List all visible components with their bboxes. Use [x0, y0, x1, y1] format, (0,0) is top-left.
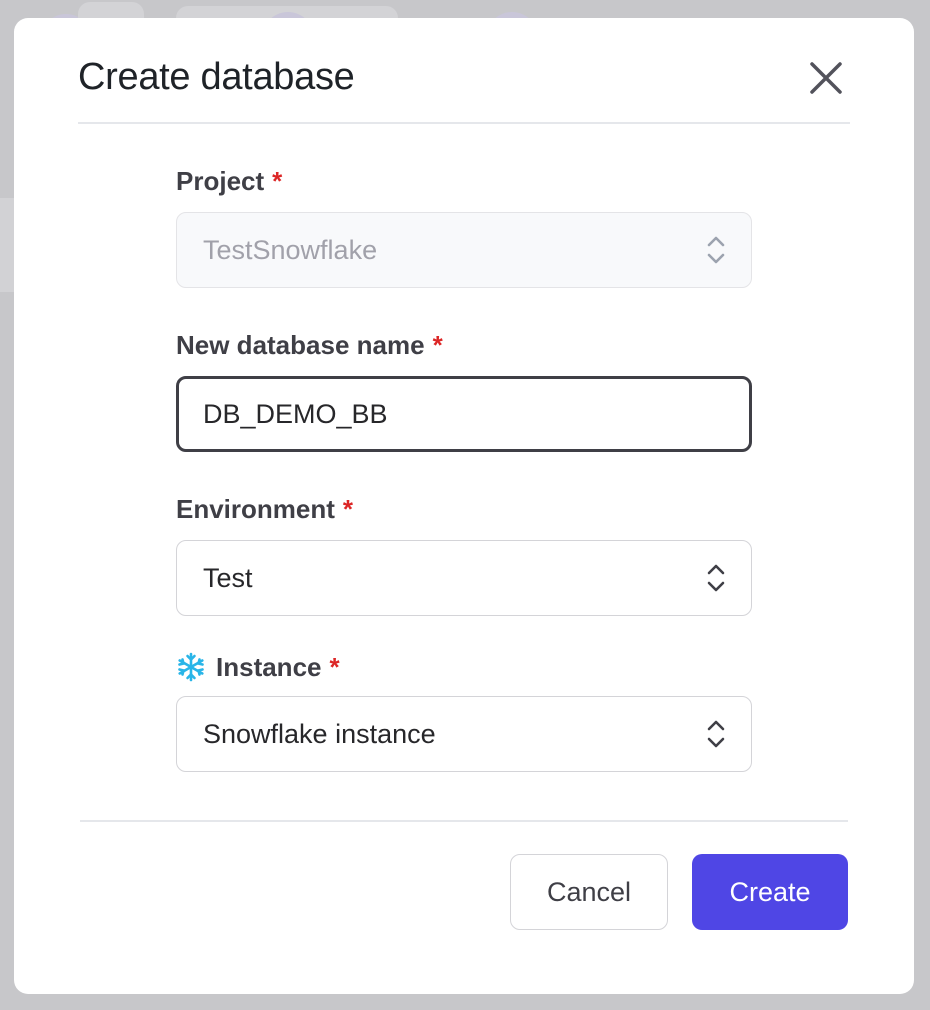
database-name-label-text: New database name: [176, 329, 425, 360]
instance-field: Instance * Snowflake instance: [176, 650, 752, 772]
instance-select[interactable]: Snowflake instance: [176, 696, 752, 772]
chevron-up-down-icon: [707, 236, 725, 264]
cancel-button-label: Cancel: [546, 876, 632, 907]
instance-select-value: Snowflake instance: [203, 718, 436, 749]
close-icon: [810, 62, 842, 94]
environment-select[interactable]: Test: [176, 540, 752, 616]
project-select-value: TestSnowflake: [203, 234, 378, 265]
footer-divider: [80, 820, 848, 822]
database-name-input-value: DB_DEMO_BB: [203, 398, 388, 429]
environment-select-value: Test: [203, 562, 253, 593]
chevron-up-down-icon: [707, 720, 725, 748]
environment-field: Environment * Test: [176, 492, 752, 616]
required-asterisk: *: [329, 651, 340, 682]
project-field: Project * TestSnowflake: [176, 164, 752, 288]
close-button[interactable]: [806, 58, 846, 98]
required-asterisk: *: [272, 165, 283, 196]
create-button-label: Create: [729, 876, 811, 907]
project-label: Project *: [176, 164, 752, 198]
project-select[interactable]: TestSnowflake: [176, 212, 752, 288]
instance-label: Instance *: [176, 650, 752, 684]
required-asterisk: *: [342, 493, 354, 524]
database-name-label: New database name *: [176, 328, 752, 362]
snowflake-icon: [178, 652, 204, 682]
instance-label-text: Instance: [216, 651, 322, 682]
create-database-dialog: Create database Project * TestSnowflake: [14, 18, 914, 994]
dialog-title: Create database: [78, 56, 355, 98]
cancel-button[interactable]: Cancel: [510, 854, 668, 930]
database-name-input[interactable]: DB_DEMO_BB: [176, 376, 752, 452]
database-name-field: New database name * DB_DEMO_BB: [176, 328, 752, 452]
required-asterisk: *: [432, 329, 443, 360]
chevron-up-down-icon: [707, 564, 725, 592]
dialog-header: Create database: [78, 18, 850, 124]
background-row: [0, 198, 14, 292]
environment-label: Environment *: [176, 492, 752, 526]
project-label-text: Project: [176, 165, 265, 196]
environment-label-text: Environment: [176, 493, 335, 524]
create-button[interactable]: Create: [692, 854, 848, 930]
